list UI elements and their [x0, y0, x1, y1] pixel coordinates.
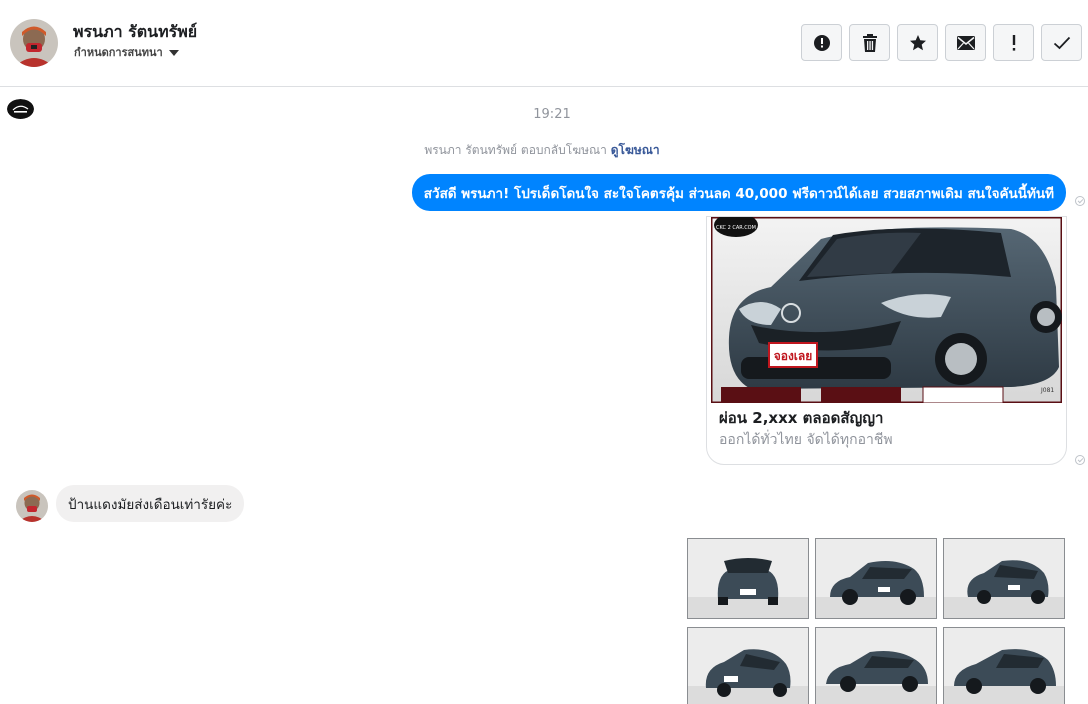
report-spam-button[interactable] [801, 24, 842, 61]
ad-card[interactable]: จองเลย CKC 2 CAR.COM J081 ผ่อน 2,xxx ตลอ… [706, 216, 1067, 465]
conversation-header: พรนภา รัตนทรัพย์ กำหนดการสนทนา [0, 0, 1088, 87]
incoming-message-bubble[interactable]: ป้านแดงมัยส่งเดือนเท่ารัยค่ะ [56, 485, 245, 522]
mark-unread-button[interactable] [945, 24, 986, 61]
image-thumbnail[interactable] [687, 538, 809, 619]
ad-reply-text: พรนภา รัตนทรัพย์ ตอบกลับโฆษณา [424, 143, 607, 157]
image-thumbnail[interactable] [943, 627, 1065, 704]
trash-icon [862, 33, 877, 52]
ad-card-title: ผ่อน 2,xxx ตลอดสัญญา [719, 409, 884, 427]
contact-name[interactable]: พรนภา รัตนทรัพย์ [73, 20, 197, 45]
follow-up-button[interactable] [993, 24, 1034, 61]
outgoing-message-bubble[interactable]: สวัสดี พรนภา! โปรเด็ดโดนใจ สะใจโคตรคุ้ม … [411, 174, 1066, 211]
checkmark-icon [1053, 36, 1070, 49]
exclamation-icon [1012, 34, 1015, 51]
alert-circle-icon [813, 34, 830, 51]
delete-button[interactable] [849, 24, 890, 61]
ad-reply-notice: พรนภา รัตนทรัพย์ ตอบกลับโฆษณา ดูโฆษณา [0, 141, 1084, 160]
seen-check-icon [1075, 196, 1085, 206]
conversation-settings-dropdown[interactable]: กำหนดการสนทนา [74, 43, 179, 61]
mark-done-button[interactable] [1041, 24, 1082, 61]
conversation-toolbar [801, 24, 1082, 61]
image-thumbnail[interactable] [815, 538, 937, 619]
inbox-conversation-view: พรนภา รัตนทรัพย์ กำหนดการสนทนา 19:21 พรน… [0, 0, 1088, 704]
ad-card-subtitle: ออกได้ทั่วไทย จัดได้ทุกอาชีพ [719, 432, 893, 448]
envelope-icon [956, 35, 975, 50]
view-ad-link[interactable]: ดูโฆษณา [611, 143, 660, 157]
ad-image-badge: จองเลย [774, 349, 813, 363]
ad-car-image[interactable]: จองเลย CKC 2 CAR.COM J081 [711, 217, 1062, 403]
image-attachment-grid [687, 538, 1065, 704]
ad-image-logo-text: CKC 2 CAR.COM [716, 225, 756, 231]
image-thumbnail[interactable] [943, 538, 1065, 619]
caret-down-icon [168, 49, 179, 56]
star-button[interactable] [897, 24, 938, 61]
star-icon [909, 34, 926, 50]
image-thumbnail[interactable] [687, 627, 809, 704]
message-timestamp: 19:21 [533, 107, 571, 122]
contact-avatar-small[interactable] [16, 490, 48, 522]
conversation-settings-label: กำหนดการสนทนา [74, 46, 163, 59]
contact-avatar[interactable] [10, 19, 58, 67]
seen-check-icon [1075, 455, 1085, 465]
image-thumbnail[interactable] [815, 627, 937, 704]
ad-image-code: J081 [1040, 387, 1054, 394]
